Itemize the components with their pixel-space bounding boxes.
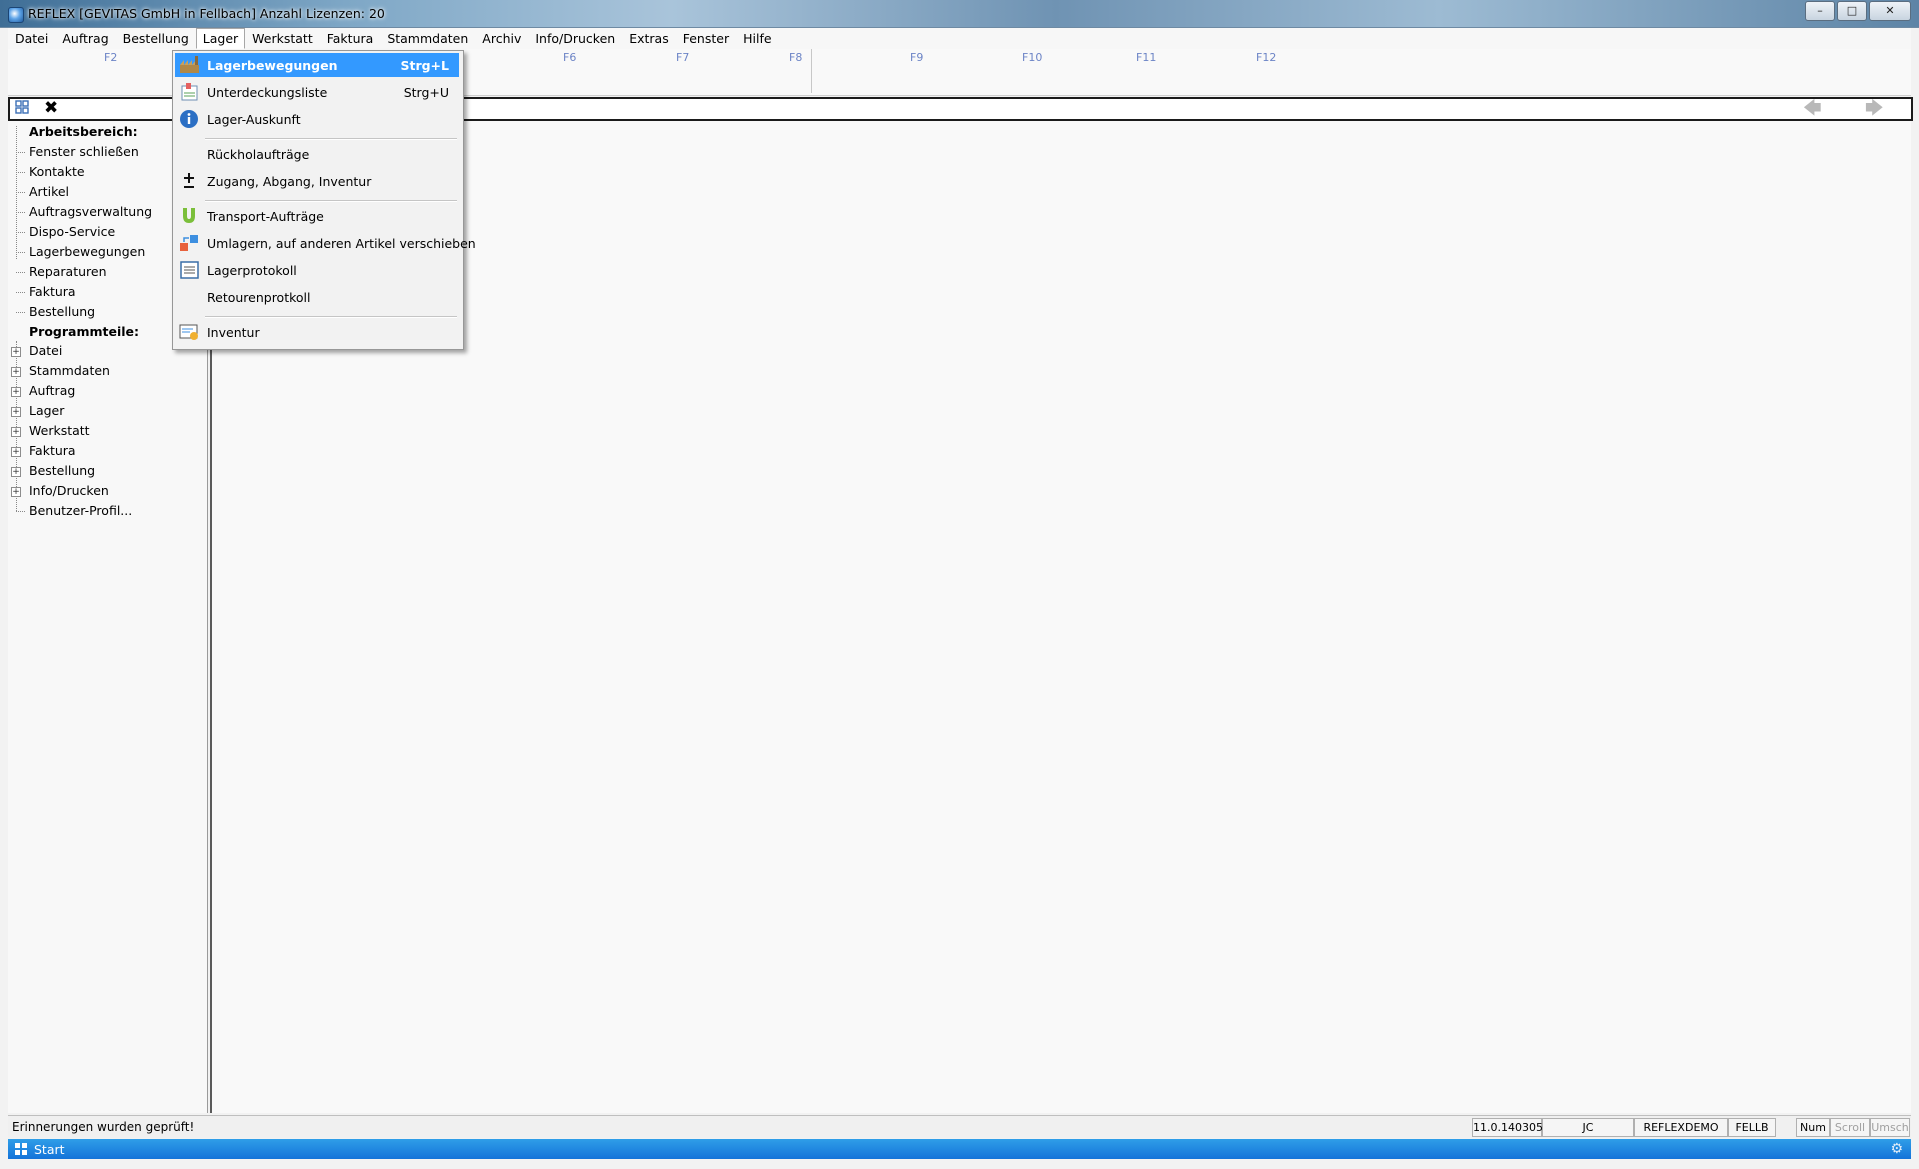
tree-node-werkstatt[interactable]: Werkstatt [29, 423, 90, 438]
program-header: Programmteile: [29, 324, 140, 339]
menu-lager[interactable]: Lager [195, 28, 246, 49]
menu-werkstatt[interactable]: Werkstatt [245, 28, 320, 49]
workspace-header: Arbeitsbereich: [29, 124, 138, 139]
factory-icon [180, 56, 199, 73]
menu-item-umlagern[interactable]: Umlagern, auf anderen Artikel verschiebe… [175, 231, 476, 255]
tree-node-bestellung[interactable]: Bestellung [29, 463, 95, 478]
lager-dropdown-menu: Lagerbewegungen Strg+L Unterdeckungslist… [172, 50, 476, 350]
window-title: REFLEX [GEVITAS GmbH in Fellbach] Anzahl… [28, 6, 385, 21]
transport-icon [183, 208, 195, 223]
fkey-f12[interactable]: F12 [1256, 51, 1276, 64]
menu-info-drucken[interactable]: Info/Drucken [528, 28, 622, 49]
tree-node-faktura[interactable]: Faktura [29, 443, 76, 458]
window-controls: – □ ✕ [1805, 1, 1911, 21]
menu-item-lagerbewegungen[interactable]: Lagerbewegungen Strg+L [175, 53, 459, 77]
menu-item-rueckholauftraege[interactable]: Rückholaufträge [175, 142, 459, 166]
tree-node-lager[interactable]: Lager [29, 403, 64, 418]
tree-item-auftragsverwaltung[interactable]: Auftragsverwaltung [29, 204, 152, 219]
tree-item-benutzer-profil[interactable]: Benutzer-Profil... [29, 503, 132, 518]
status-branch: FELLB [1728, 1118, 1776, 1137]
menu-fenster[interactable]: Fenster [676, 28, 736, 49]
menu-bestellung[interactable]: Bestellung [116, 28, 196, 49]
menu-archiv[interactable]: Archiv [475, 28, 528, 49]
tree-node-stammdaten[interactable]: Stammdaten [29, 363, 110, 378]
menu-item-zugang-abgang-inventur[interactable]: Zugang, Abgang, Inventur [175, 169, 459, 193]
protocol-icon [180, 261, 199, 279]
maximize-button[interactable]: □ [1837, 1, 1867, 21]
expand-icon[interactable]: + [11, 427, 21, 437]
tree-item-artikel[interactable]: Artikel [29, 184, 69, 199]
tree-node-info-drucken[interactable]: Info/Drucken [29, 483, 109, 498]
menu-item-unterdeckungsliste[interactable]: Unterdeckungsliste Strg+U [175, 80, 459, 104]
expand-icon[interactable]: + [11, 367, 21, 377]
fkey-f7[interactable]: F7 [676, 51, 689, 64]
grid-icon[interactable] [15, 100, 29, 118]
arrow-left-icon[interactable]: 🡄 [1803, 100, 1822, 118]
fkey-f8[interactable]: F8 [789, 51, 802, 64]
main-content-area [210, 121, 1911, 1113]
status-version: 11.0.140305 [1472, 1118, 1543, 1137]
taskbar: Start ⚙ [8, 1139, 1911, 1159]
menu-separator [205, 316, 457, 318]
tree-item-fenster-schliessen[interactable]: Fenster schließen [29, 144, 139, 159]
tree-item-reparaturen[interactable]: Reparaturen [29, 264, 107, 279]
status-umsch: Umsch [1870, 1118, 1910, 1137]
tree-node-auftrag[interactable]: Auftrag [29, 383, 75, 398]
menu-separator [205, 138, 457, 140]
expand-icon[interactable]: + [11, 487, 21, 497]
list-chart-icon [181, 83, 198, 101]
status-num: Num [1796, 1118, 1830, 1137]
menu-item-transport-auftraege[interactable]: Transport-Aufträge [175, 204, 459, 228]
tree-item-faktura[interactable]: Faktura [29, 284, 76, 299]
tree-node-datei[interactable]: Datei [29, 343, 62, 358]
tree-item-kontakte[interactable]: Kontakte [29, 164, 85, 179]
menu-item-retourenprotkoll[interactable]: Retourenprotkoll [175, 285, 459, 309]
tree-item-lagerbewegungen[interactable]: Lagerbewegungen [29, 244, 145, 259]
tree-item-dispo-service[interactable]: Dispo-Service [29, 224, 115, 239]
status-user: JC [1542, 1118, 1634, 1137]
menu-datei[interactable]: Datei [8, 28, 55, 49]
menu-faktura[interactable]: Faktura [320, 28, 381, 49]
expand-icon[interactable]: + [11, 407, 21, 417]
menu-item-lagerprotokoll[interactable]: Lagerprotokoll [175, 258, 459, 282]
status-scroll: Scroll [1830, 1118, 1870, 1137]
fkey-f10[interactable]: F10 [1022, 51, 1042, 64]
menu-item-inventur[interactable]: Inventur [175, 320, 459, 344]
fkey-f2[interactable]: F2 [104, 51, 117, 64]
info-icon [180, 110, 198, 128]
fkey-f9[interactable]: F9 [910, 51, 923, 64]
start-icon[interactable] [14, 1142, 28, 1156]
menu-stammdaten[interactable]: Stammdaten [380, 28, 475, 49]
fkey-separator [811, 49, 812, 93]
expand-icon[interactable]: + [11, 387, 21, 397]
fkey-f11[interactable]: F11 [1136, 51, 1156, 64]
status-message: Erinnerungen wurden geprüft! [12, 1120, 195, 1134]
title-bar: REFLEX [GEVITAS GmbH in Fellbach] Anzahl… [0, 0, 1919, 28]
tree-item-bestellung[interactable]: Bestellung [29, 304, 95, 319]
arrow-right-icon[interactable]: 🡆 [1865, 100, 1884, 118]
menu-extras[interactable]: Extras [622, 28, 676, 49]
inventory-icon [179, 324, 198, 340]
close-button[interactable]: ✕ [1869, 1, 1911, 21]
status-bar: Erinnerungen wurden geprüft! 11.0.140305… [8, 1115, 1911, 1138]
menu-auftrag[interactable]: Auftrag [55, 28, 115, 49]
menu-hilfe[interactable]: Hilfe [736, 28, 778, 49]
plus-minus-icon [184, 173, 194, 188]
gear-icon[interactable]: ⚙ [1890, 1141, 1903, 1157]
menu-bar: Datei Auftrag Bestellung Lager Werkstatt… [8, 28, 1911, 49]
move-icon [180, 235, 198, 251]
close-x-icon[interactable]: ✖ [44, 100, 58, 117]
start-button[interactable]: Start [34, 1142, 65, 1157]
fkey-f6[interactable]: F6 [563, 51, 576, 64]
expand-icon[interactable]: + [11, 447, 21, 457]
app-icon[interactable] [8, 7, 24, 23]
menu-separator [205, 200, 457, 202]
minimize-button[interactable]: – [1805, 1, 1835, 21]
menu-item-lager-auskunft[interactable]: Lager-Auskunft [175, 107, 459, 131]
expand-icon[interactable]: + [11, 467, 21, 477]
status-database: REFLEXDEMO [1634, 1118, 1728, 1137]
expand-icon[interactable]: + [11, 347, 21, 357]
